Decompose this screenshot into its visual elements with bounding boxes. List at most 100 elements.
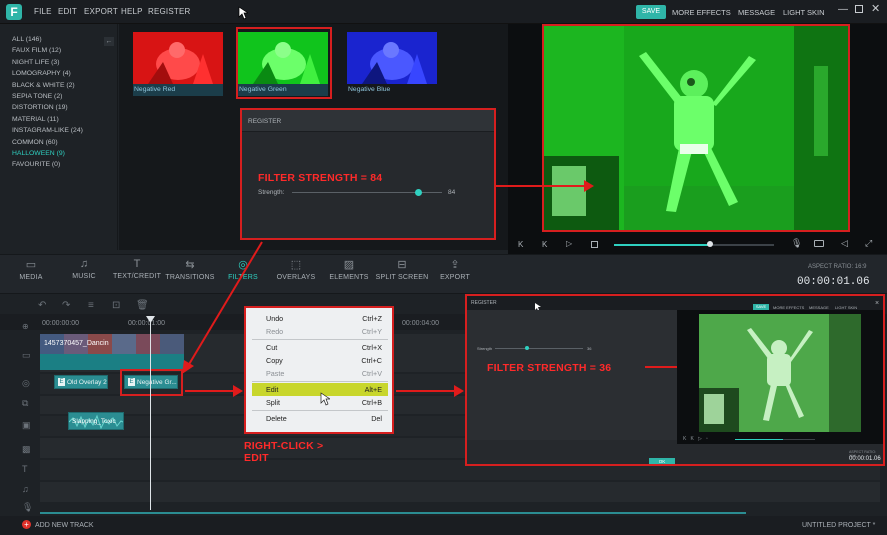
text-track-icon: T bbox=[22, 464, 28, 474]
close-icon[interactable]: ✕ bbox=[871, 2, 880, 15]
zoom-icon[interactable]: ⊕ bbox=[22, 322, 29, 331]
delete-icon[interactable]: 🗑 bbox=[136, 300, 149, 311]
microphone-icon[interactable]: 🎙 bbox=[791, 238, 802, 249]
undo-icon[interactable]: ↶ bbox=[38, 300, 46, 311]
toolbar-music[interactable]: ♫ MUSIC bbox=[56, 258, 112, 280]
light-skin-link[interactable]: LIGHT SKIN bbox=[783, 8, 825, 17]
mouse-cursor-icon bbox=[238, 6, 248, 20]
filter-category-sidebar: ← ALL (146) FAUX FILM (12) NIGHT LIFE (3) L… bbox=[0, 24, 118, 250]
toolbar-label: MUSIC bbox=[72, 273, 96, 280]
minimize-icon[interactable]: — bbox=[838, 4, 848, 15]
video-clip-label: 1457370457_Dancin bbox=[44, 340, 109, 347]
filter-caption: Negative Blue bbox=[348, 86, 391, 93]
save-button[interactable]: SAVE bbox=[636, 5, 666, 19]
audio-clip[interactable]: Slapping_Toxic bbox=[68, 412, 124, 430]
message-link[interactable]: MESSAGE bbox=[738, 8, 775, 17]
video-clip[interactable]: 1457370457_Dancin bbox=[40, 334, 184, 370]
sidebar-category[interactable]: FAVOURITE (0) bbox=[12, 161, 60, 168]
fullscreen-icon[interactable]: ⤢ bbox=[865, 238, 872, 249]
sidebar-category[interactable]: LOMOGRAPHY (4) bbox=[12, 70, 71, 77]
sidebar-category[interactable]: COMMON (60) bbox=[12, 139, 58, 146]
more-effects-link[interactable]: MORE EFFECTS bbox=[672, 8, 731, 17]
sidebar-category[interactable]: HALLOWEEN (9) bbox=[12, 150, 65, 157]
playback-scrubber[interactable] bbox=[707, 241, 713, 247]
toolbar-label: ELEMENTS bbox=[329, 274, 369, 281]
collapse-arrow-icon[interactable]: ← bbox=[104, 37, 114, 46]
ruler-time: 00:00:04:00 bbox=[402, 320, 439, 327]
volume-icon[interactable]: ◁ bbox=[841, 238, 848, 249]
toolbar-split-screen[interactable]: ⊟ SPLIT SCREEN bbox=[374, 258, 430, 281]
settings-icon[interactable]: ≡ bbox=[88, 300, 94, 311]
context-menu-label: Delete bbox=[266, 414, 287, 423]
context-menu-item-delete[interactable]: Delete Del bbox=[252, 412, 388, 425]
menu-separator bbox=[252, 410, 388, 411]
toolbar-folder[interactable]: ▭ MEDIA bbox=[3, 258, 59, 281]
prev-frame-icon[interactable]: K bbox=[518, 240, 523, 249]
toolbar-text[interactable]: T TEXT/CREDIT bbox=[109, 258, 165, 280]
timeline-scrollbar[interactable] bbox=[40, 512, 746, 514]
context-menu-label: Paste bbox=[266, 369, 285, 378]
inset-dialog-title: REGISTER bbox=[471, 300, 497, 306]
menu-export[interactable]: EXPORT bbox=[84, 7, 118, 16]
context-menu-shortcut: Alt+E bbox=[364, 385, 382, 394]
toolbar-elements[interactable]: ▨ ELEMENTS bbox=[321, 258, 377, 281]
selected-clip-highlight bbox=[120, 369, 183, 396]
step-back-icon[interactable]: K bbox=[542, 240, 547, 249]
ruler-time: 00:00:01:00 bbox=[128, 320, 165, 327]
context-menu-item-paste: Paste Ctrl+V bbox=[252, 367, 388, 380]
crop-icon[interactable]: ⊡ bbox=[112, 300, 120, 311]
menu-help[interactable]: HELP bbox=[121, 7, 143, 16]
right-click-annotation: RIGHT-CLICK > bbox=[244, 440, 324, 452]
overlay-track-icon: ⧉ bbox=[22, 398, 29, 408]
sidebar-category[interactable]: NIGHT LIFE (3) bbox=[12, 59, 59, 66]
filter-clip[interactable]: E Old Overlay 2 bbox=[54, 375, 108, 389]
elements-icon: ▨ bbox=[343, 259, 355, 271]
maximize-icon[interactable] bbox=[855, 5, 863, 13]
context-menu-shortcut: Ctrl+V bbox=[361, 369, 382, 378]
context-menu-label: Redo bbox=[266, 327, 284, 336]
add-track-icon[interactable]: + bbox=[22, 520, 31, 529]
play-icon[interactable]: ▷ bbox=[566, 239, 572, 248]
menu-edit[interactable]: EDIT bbox=[58, 7, 77, 16]
sidebar-category[interactable]: FAUX FILM (12) bbox=[12, 47, 61, 54]
sidebar-category[interactable]: ALL (146) bbox=[12, 36, 42, 43]
context-menu-label: Copy bbox=[266, 356, 283, 365]
menu-register[interactable]: REGISTER bbox=[148, 7, 191, 16]
menu-file[interactable]: FILE bbox=[34, 7, 52, 16]
right-click-annotation-2: EDIT bbox=[244, 452, 269, 464]
preview-frame-image bbox=[544, 26, 848, 230]
inset-strength-knob bbox=[524, 346, 529, 350]
context-menu: Undo Ctrl+Z Redo Ctrl+Y Cut Ctrl+X Copy Ctrl+C P… bbox=[244, 306, 394, 434]
sidebar-category[interactable]: MATERIAL (11) bbox=[12, 116, 59, 123]
playhead[interactable] bbox=[150, 320, 151, 510]
sidebar-category[interactable]: SEPIA TONE (2) bbox=[12, 93, 62, 100]
export-icon: ⇪ bbox=[450, 259, 460, 271]
toolbar-overlays[interactable]: ⬚ OVERLAYS bbox=[268, 258, 324, 281]
sidebar-category[interactable]: DISTORTION (19) bbox=[12, 104, 68, 111]
toolbar-label: SPLIT SCREEN bbox=[375, 274, 429, 281]
add-new-track-button[interactable]: ADD NEW TRACK bbox=[35, 522, 94, 529]
context-menu-shortcut: Ctrl+B bbox=[361, 398, 382, 407]
filter-thumb-negative-blue[interactable] bbox=[347, 32, 437, 84]
context-menu-item-copy[interactable]: Copy Ctrl+C bbox=[252, 354, 388, 367]
filter-thumb-negative-red[interactable] bbox=[133, 32, 223, 84]
text-icon: T bbox=[133, 258, 141, 270]
split-screen-icon: ⊟ bbox=[397, 259, 407, 271]
sidebar-category[interactable]: BLACK & WHITE (2) bbox=[12, 82, 75, 89]
filter-clip-icon: E bbox=[58, 378, 65, 386]
strength-slider-knob[interactable] bbox=[414, 189, 422, 196]
context-menu-shortcut: Del bbox=[371, 414, 382, 423]
context-menu-item-cut[interactable]: Cut Ctrl+X bbox=[252, 341, 388, 354]
mouse-cursor-icon bbox=[320, 392, 330, 406]
toolbar-export[interactable]: ⇪ EXPORT bbox=[427, 258, 483, 281]
context-menu-shortcut: Ctrl+C bbox=[361, 356, 382, 365]
context-menu-item-undo[interactable]: Undo Ctrl+Z bbox=[252, 312, 388, 325]
snapshot-icon[interactable] bbox=[814, 240, 824, 247]
redo-icon[interactable]: ↷ bbox=[62, 300, 70, 311]
preview-pane: K K ▷ 🎙 ◁ ⤢ bbox=[508, 24, 887, 254]
app-logo: F bbox=[6, 4, 22, 20]
playback-progress-track[interactable] bbox=[614, 244, 774, 246]
context-menu-label: Undo bbox=[266, 314, 284, 323]
sidebar-category[interactable]: INSTAGRAM-LIKE (24) bbox=[12, 127, 83, 134]
stop-icon[interactable] bbox=[591, 241, 598, 248]
